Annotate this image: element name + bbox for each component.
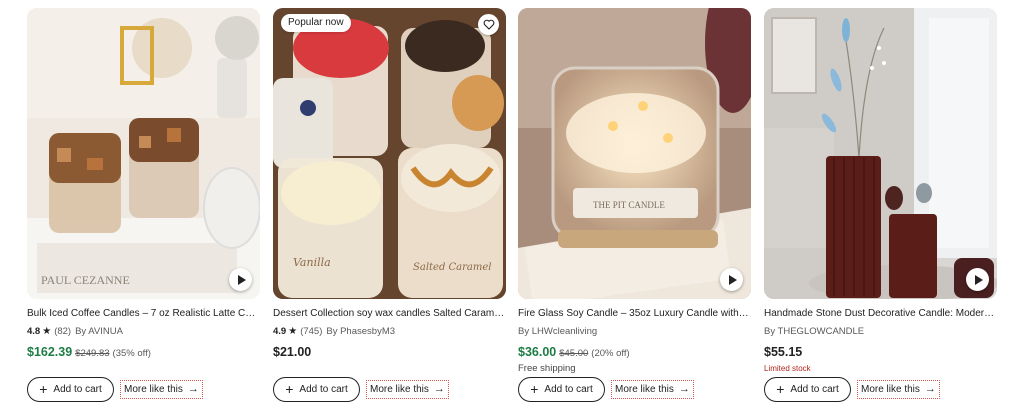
listing-title[interactable]: Fire Glass Soy Candle – 35oz Luxury Cand… (518, 307, 751, 320)
original-price: $45.00 (559, 348, 589, 359)
listing-grid: PAUL CEZANNE Bulk Iced Coffee Candles – … (27, 8, 1007, 408)
play-icon (237, 274, 246, 285)
plus-icon: + (530, 381, 539, 397)
svg-text:PAUL CEZANNE: PAUL CEZANNE (41, 273, 130, 287)
play-icon (728, 274, 737, 285)
plus-icon: + (285, 381, 294, 397)
add-to-cart-label: Add to cart (299, 383, 348, 395)
plus-icon: + (39, 381, 48, 397)
listing-title[interactable]: Handmade Stone Dust Decorative Candle: M… (764, 307, 997, 320)
listing-title[interactable]: Bulk Iced Coffee Candles – 7 oz Realisti… (27, 307, 260, 320)
card-actions: + Add to cart More like this → (27, 376, 260, 402)
listing-card: PAUL CEZANNE Bulk Iced Coffee Candles – … (27, 8, 260, 408)
dessert-candles-photo: Vanilla Salted Caramel (273, 8, 506, 299)
price-row: $55.15 (764, 345, 997, 360)
svg-text:Vanilla: Vanilla (293, 256, 331, 269)
add-to-cart-label: Add to cart (53, 383, 102, 395)
listing-card: Handmade Stone Dust Decorative Candle: M… (764, 8, 997, 408)
arrow-right-icon: → (187, 383, 199, 395)
arrow-right-icon: → (924, 383, 936, 395)
stone-vase-candle-photo (764, 8, 997, 299)
review-count: (82) (54, 326, 72, 337)
discount-percent: (35% off) (112, 348, 151, 359)
sale-price: $36.00 (518, 345, 557, 359)
add-to-cart-button[interactable]: + Add to cart (273, 376, 360, 402)
review-count: (745) (300, 326, 323, 337)
more-like-this-button[interactable]: More like this → (857, 379, 940, 399)
listing-meta: By LHWcleanliving (518, 325, 751, 338)
more-like-this-label: More like this (370, 383, 429, 395)
more-like-this-label: More like this (861, 383, 920, 395)
rating-value: 4.9 (273, 326, 287, 337)
star-icon: ★ (288, 326, 298, 337)
arrow-right-icon: → (678, 383, 690, 395)
add-to-cart-button[interactable]: + Add to cart (518, 376, 605, 402)
limited-stock-note: Limited stock (764, 364, 811, 373)
listing-image-link[interactable] (764, 8, 997, 299)
price-row: $21.00 (273, 345, 506, 360)
arrow-right-icon: → (433, 383, 445, 395)
favorite-button[interactable] (478, 14, 499, 35)
original-price: $249.83 (75, 348, 110, 359)
svg-text:Salted Caramel: Salted Caramel (413, 262, 491, 273)
more-like-this-label: More like this (124, 383, 183, 395)
add-to-cart-button[interactable]: + Add to cart (27, 376, 114, 402)
sale-price: $162.39 (27, 345, 73, 359)
more-like-this-button[interactable]: More like this → (611, 379, 694, 399)
heart-icon (483, 19, 494, 30)
price-row: $36.00 $45.00 (20% off) (518, 345, 751, 360)
popular-now-badge: Popular now (281, 14, 351, 32)
add-to-cart-button[interactable]: + Add to cart (764, 376, 851, 402)
svg-text:THE PIT CANDLE: THE PIT CANDLE (593, 200, 665, 210)
listing-image-link[interactable]: THE PIT CANDLE (518, 8, 751, 299)
price-row: $162.39 $249.83 (35% off) (27, 345, 260, 360)
shop-name[interactable]: By THEGLOWCANDLE (764, 325, 864, 338)
price: $21.00 (273, 345, 312, 359)
listing-image-link[interactable]: Vanilla Salted Caramel Popular now (273, 8, 506, 299)
listing-card: Vanilla Salted Caramel Popular now Desse… (273, 8, 506, 408)
discount-percent: (20% off) (591, 348, 630, 359)
play-video-button[interactable] (229, 268, 252, 291)
card-actions: + Add to cart More like this → (764, 376, 997, 402)
card-actions: + Add to cart More like this → (273, 376, 506, 402)
card-actions: + Add to cart More like this → (518, 376, 751, 402)
iced-coffee-candles-photo: PAUL CEZANNE (27, 8, 260, 299)
fire-glass-candle-photo: THE PIT CANDLE (518, 8, 751, 299)
plus-icon: + (776, 381, 785, 397)
shop-name[interactable]: By PhasesbyM3 (326, 325, 395, 338)
listing-meta: By THEGLOWCANDLE (764, 325, 997, 338)
listing-card: THE PIT CANDLE Fire Glass Soy Candle – 3… (518, 8, 751, 408)
play-icon (974, 274, 983, 285)
add-to-cart-label: Add to cart (544, 383, 593, 395)
add-to-cart-label: Add to cart (790, 383, 839, 395)
listing-meta: 4.9 ★ (745) By PhasesbyM3 (273, 325, 506, 338)
play-video-button[interactable] (720, 268, 743, 291)
price: $55.15 (764, 345, 803, 359)
star-icon: ★ (42, 326, 52, 337)
more-like-this-label: More like this (615, 383, 674, 395)
free-shipping-note: Free shipping (518, 363, 576, 374)
shop-name[interactable]: By AVINUA (75, 325, 123, 338)
listing-meta: 4.8 ★ (82) By AVINUA (27, 325, 260, 338)
listing-title[interactable]: Dessert Collection soy wax candles Salte… (273, 307, 506, 320)
play-video-button[interactable] (966, 268, 989, 291)
shop-name[interactable]: By LHWcleanliving (518, 325, 597, 338)
more-like-this-button[interactable]: More like this → (120, 379, 203, 399)
rating-value: 4.8 (27, 326, 41, 337)
more-like-this-button[interactable]: More like this → (366, 379, 449, 399)
listing-image-link[interactable]: PAUL CEZANNE (27, 8, 260, 299)
